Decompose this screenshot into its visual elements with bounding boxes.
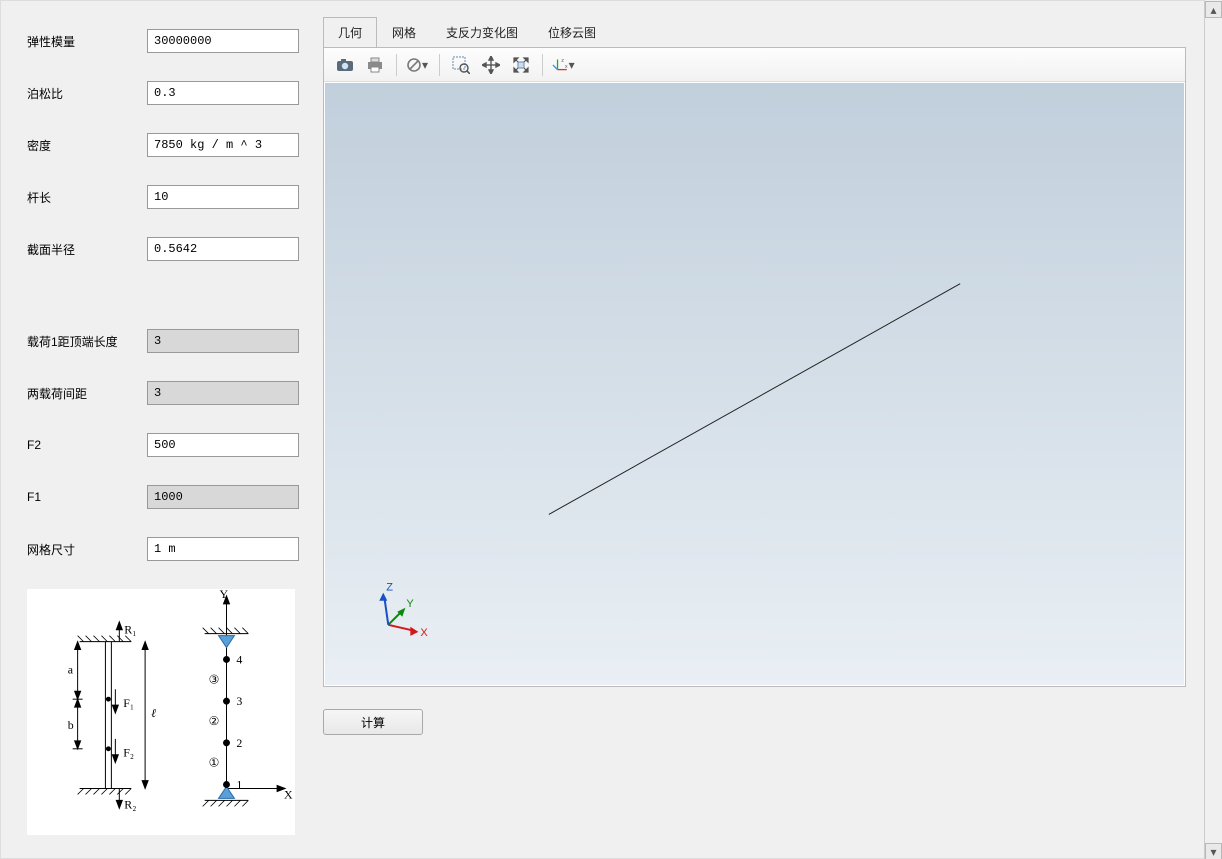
- diagram-label-r2: R₂: [124, 797, 136, 811]
- tab-bar: 几何 网格 支反力变化图 位移云图: [323, 17, 1186, 47]
- field-load1-offset: 载荷1距顶端长度: [27, 329, 303, 353]
- window-scrollbar[interactable]: ▴ ▾: [1204, 1, 1221, 859]
- diagram-node-3: 3: [236, 694, 242, 708]
- action-bar: 计算: [323, 709, 1186, 735]
- input-mesh-size[interactable]: [147, 537, 299, 561]
- field-f1: F1: [27, 485, 303, 509]
- label-elastic-modulus: 弹性模量: [27, 33, 147, 50]
- scroll-up-icon[interactable]: ▴: [1205, 1, 1222, 18]
- label-load-spacing: 两载荷间距: [27, 385, 147, 402]
- viewer-frame: ▾ zx ▾: [323, 47, 1186, 687]
- toolbar-separator-3: [542, 54, 543, 76]
- chevron-down-icon: ▾: [569, 58, 576, 72]
- scroll-down-icon[interactable]: ▾: [1205, 843, 1222, 859]
- label-poisson: 泊松比: [27, 85, 147, 102]
- axes-orientation-icon[interactable]: zx ▾: [551, 52, 577, 78]
- diagram-label-f1: F₁: [123, 696, 134, 710]
- diagram-label-a: a: [68, 662, 74, 676]
- field-elastic-modulus: 弹性模量: [27, 29, 303, 53]
- diagram-label-l: ℓ: [151, 706, 156, 720]
- input-bar-length[interactable]: [147, 185, 299, 209]
- triad-x-label: X: [420, 627, 428, 639]
- diagram-elem-2: ②: [209, 714, 220, 728]
- svg-text:x: x: [565, 63, 568, 69]
- geometry-canvas[interactable]: X Y Z: [325, 83, 1184, 685]
- toolbar-separator-2: [439, 54, 440, 76]
- diagram-node-1: 1: [236, 777, 242, 791]
- label-bar-length: 杆长: [27, 189, 147, 206]
- label-load1-offset: 载荷1距顶端长度: [27, 333, 147, 350]
- compute-button[interactable]: 计算: [323, 709, 423, 735]
- parameters-panel: 弹性模量 泊松比 密度 杆长 截面半径 载荷1距顶端长度 两载荷间距: [1, 1, 313, 858]
- diagram-elem-3: ③: [209, 672, 220, 686]
- field-f2: F2: [27, 433, 303, 457]
- field-radius: 截面半径: [27, 237, 303, 261]
- tab-geometry[interactable]: 几何: [323, 17, 377, 48]
- pan-icon[interactable]: [478, 52, 504, 78]
- chevron-down-icon: ▾: [422, 58, 430, 72]
- camera-icon[interactable]: [332, 52, 358, 78]
- schematic-diagram: R₁ R₂ F₁ F₂ a b ℓ: [27, 589, 295, 835]
- triad-y-label: Y: [406, 598, 414, 610]
- viewer-toolbar: ▾ zx ▾: [324, 48, 1185, 82]
- cancel-select-icon[interactable]: ▾: [405, 52, 431, 78]
- label-f2: F2: [27, 438, 147, 452]
- field-mesh-size: 网格尺寸: [27, 537, 303, 561]
- label-radius: 截面半径: [27, 241, 147, 258]
- input-load-spacing[interactable]: [147, 381, 299, 405]
- diagram-label-x: X: [284, 787, 293, 801]
- diagram-label-y: Y: [220, 590, 229, 601]
- app-window: 弹性模量 泊松比 密度 杆长 截面半径 载荷1距顶端长度 两载荷间距: [0, 0, 1205, 859]
- label-mesh-size: 网格尺寸: [27, 541, 147, 558]
- input-load1-offset[interactable]: [147, 329, 299, 353]
- field-bar-length: 杆长: [27, 185, 303, 209]
- tab-reaction-plot[interactable]: 支反力变化图: [431, 17, 533, 48]
- print-icon[interactable]: [362, 52, 388, 78]
- input-poisson[interactable]: [147, 81, 299, 105]
- tab-displacement-contour[interactable]: 位移云图: [533, 17, 611, 48]
- zoom-box-icon[interactable]: [448, 52, 474, 78]
- viewer-panel: 几何 网格 支反力变化图 位移云图 ▾: [313, 1, 1204, 858]
- input-f1[interactable]: [147, 485, 299, 509]
- diagram-label-b: b: [68, 718, 74, 732]
- field-load-spacing: 两载荷间距: [27, 381, 303, 405]
- field-density: 密度: [27, 133, 303, 157]
- tab-mesh[interactable]: 网格: [377, 17, 431, 48]
- input-radius[interactable]: [147, 237, 299, 261]
- diagram-node-4: 4: [236, 652, 242, 666]
- diagram-label-r1: R₁: [124, 623, 136, 637]
- fit-extents-icon[interactable]: [508, 52, 534, 78]
- triad-z-label: Z: [386, 582, 393, 594]
- input-elastic-modulus[interactable]: [147, 29, 299, 53]
- toolbar-separator-1: [396, 54, 397, 76]
- label-density: 密度: [27, 137, 147, 154]
- label-f1: F1: [27, 490, 147, 504]
- input-f2[interactable]: [147, 433, 299, 457]
- field-poisson: 泊松比: [27, 81, 303, 105]
- svg-text:z: z: [561, 58, 564, 64]
- input-density[interactable]: [147, 133, 299, 157]
- diagram-elem-1: ①: [209, 756, 220, 770]
- diagram-label-f2: F₂: [123, 746, 134, 760]
- diagram-node-2: 2: [236, 736, 242, 750]
